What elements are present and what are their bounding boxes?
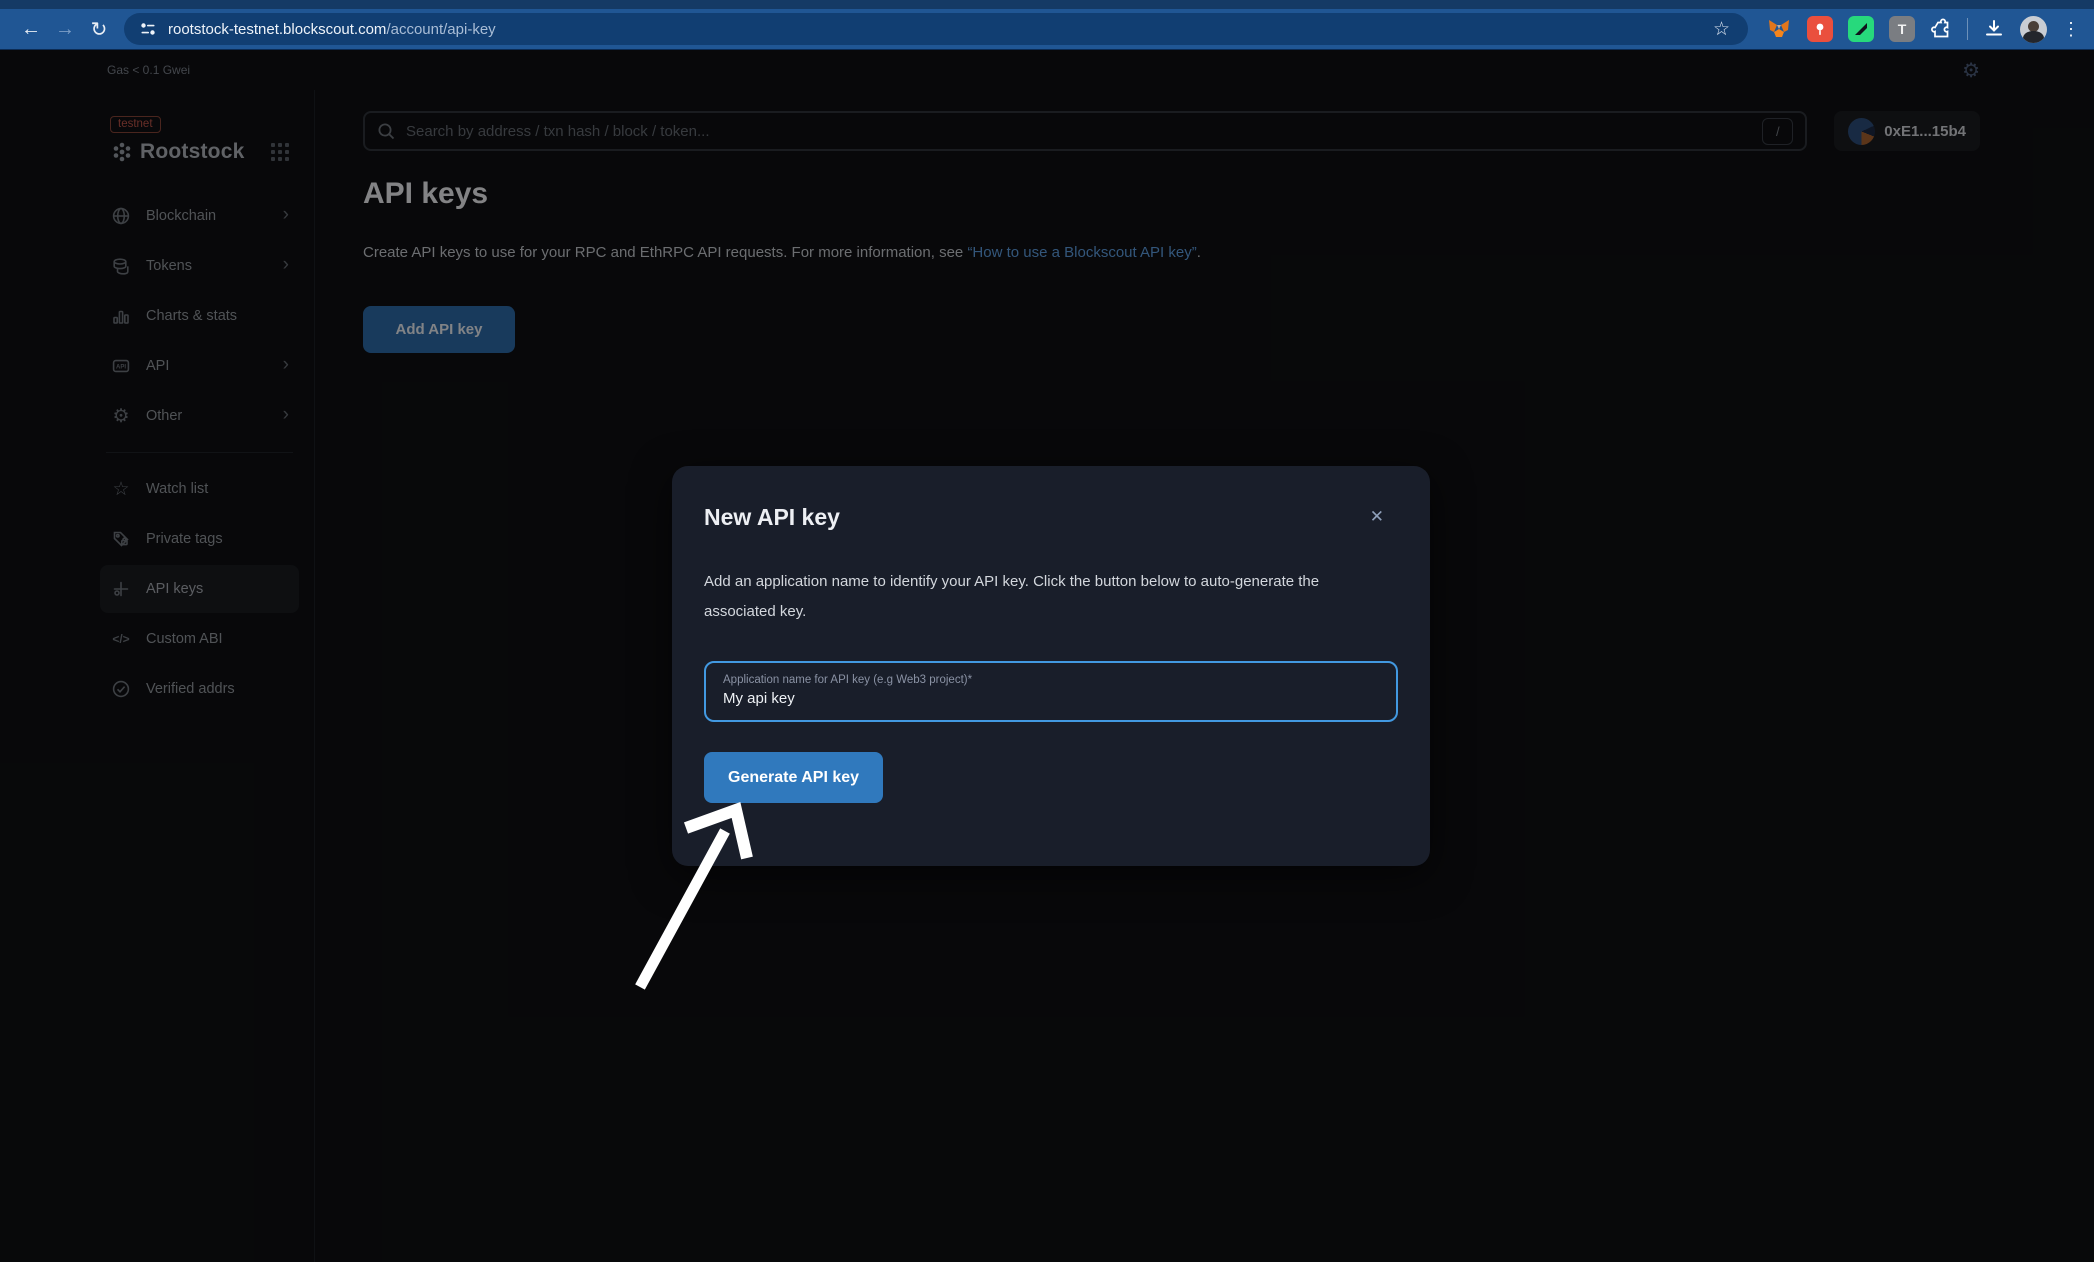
modal-body-text: Add an application name to identify your…	[704, 567, 1386, 627]
forward-icon[interactable]: →	[48, 18, 82, 41]
modal-title: New API key	[704, 504, 840, 531]
site-settings-icon[interactable]	[138, 19, 158, 39]
api-key-name-field[interactable]: Application name for API key (e.g Web3 p…	[704, 661, 1398, 722]
download-icon[interactable]	[1983, 18, 2005, 40]
close-icon[interactable]: ✕	[1370, 507, 1384, 527]
browser-toolbar: ← → ↻ rootstock-testnet.blockscout.com/a…	[0, 9, 2094, 50]
url-text[interactable]: rootstock-testnet.blockscout.com/account…	[168, 21, 496, 38]
metamask-extension-icon[interactable]	[1766, 16, 1792, 42]
browser-profile-avatar[interactable]	[2020, 16, 2047, 43]
t-extension-letter: T	[1898, 21, 1907, 37]
reload-icon[interactable]: ↻	[82, 17, 116, 42]
extensions-puzzle-icon[interactable]	[1930, 18, 1952, 40]
browser-menu-kebab-icon[interactable]: ⋮	[2062, 19, 2080, 40]
bookmark-star-icon[interactable]: ☆	[1709, 18, 1734, 41]
check-extension-icon[interactable]	[1848, 16, 1874, 42]
pin-extension-icon[interactable]	[1807, 16, 1833, 42]
browser-chrome: ← → ↻ rootstock-testnet.blockscout.com/a…	[0, 0, 2094, 50]
toolbar-divider	[1967, 18, 1968, 40]
extension-icons: T ⋮	[1766, 16, 2080, 43]
api-key-name-input[interactable]	[723, 690, 1379, 707]
api-key-name-label: Application name for API key (e.g Web3 p…	[723, 674, 1379, 686]
new-api-key-modal: New API key ✕ Add an application name to…	[672, 466, 1430, 866]
t-extension-icon[interactable]: T	[1889, 16, 1915, 42]
url-domain: rootstock-testnet.blockscout.com	[168, 21, 386, 38]
generate-api-key-button[interactable]: Generate API key	[704, 752, 883, 803]
window-frame	[0, 0, 2094, 9]
back-icon[interactable]: ←	[14, 18, 48, 41]
url-path: /account/api-key	[386, 21, 495, 38]
address-bar[interactable]: rootstock-testnet.blockscout.com/account…	[124, 13, 1748, 45]
